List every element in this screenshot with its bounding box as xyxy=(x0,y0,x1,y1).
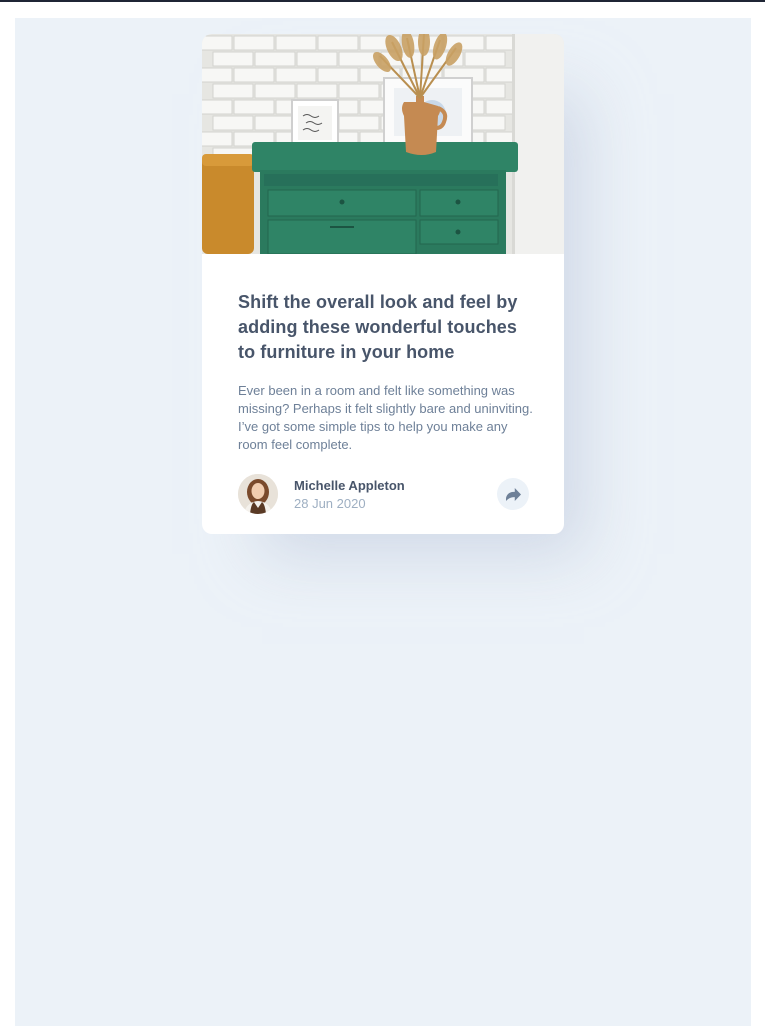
article-excerpt: Ever been in a room and felt like someth… xyxy=(238,383,533,452)
share-icon xyxy=(505,487,521,501)
article-hero-image xyxy=(202,34,564,254)
author-avatar xyxy=(238,474,278,514)
article-title: Shift the overall look and feel by addin… xyxy=(238,292,518,362)
author-name: Michelle Appleton xyxy=(294,478,405,493)
publish-date: 28 Jun 2020 xyxy=(294,496,366,511)
window-top-border xyxy=(0,0,765,2)
article-footer: Michelle Appleton 28 Jun 2020 xyxy=(238,474,529,514)
page-background: Shift the overall look and feel by addin… xyxy=(15,18,751,1026)
article-preview-card: Shift the overall look and feel by addin… xyxy=(202,34,564,534)
article-content: Shift the overall look and feel by addin… xyxy=(238,290,533,454)
share-button[interactable] xyxy=(497,478,529,510)
